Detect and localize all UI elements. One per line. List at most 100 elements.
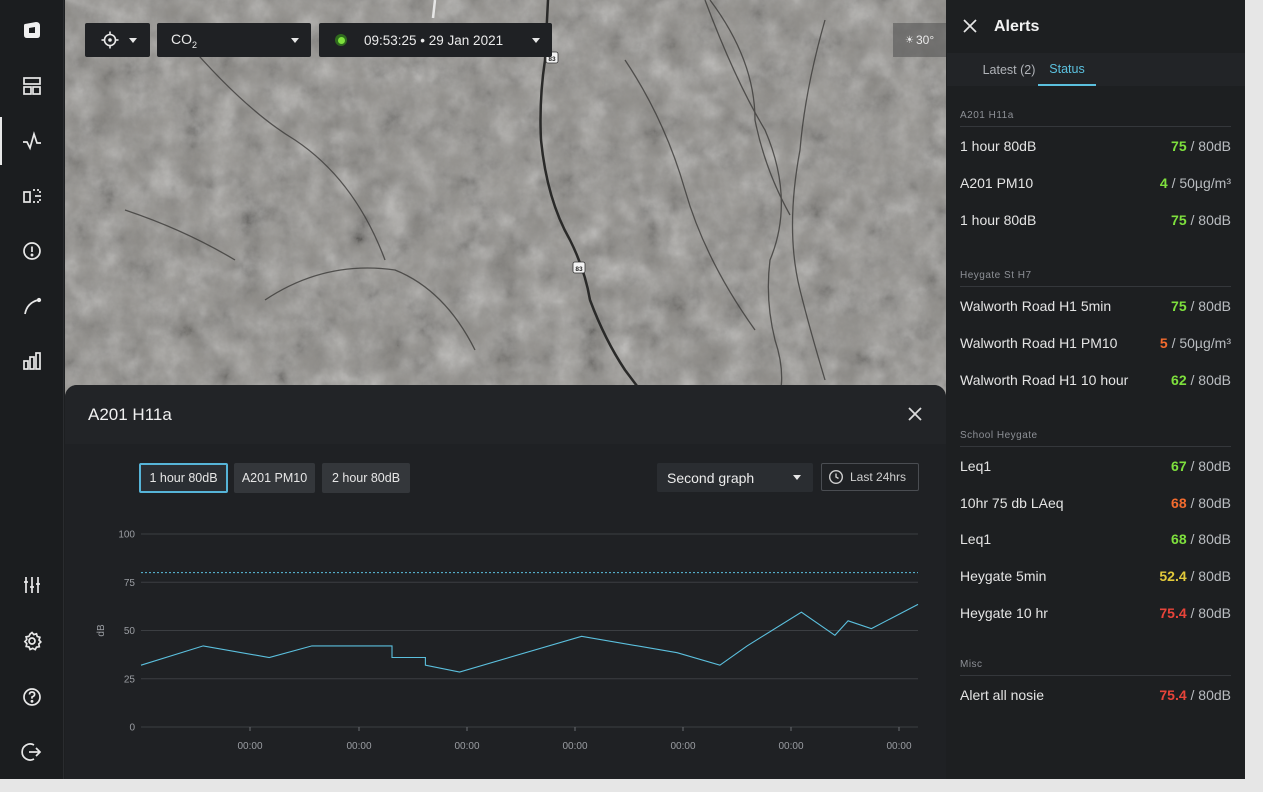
alerts-drawer: Alerts Latest (2) Status A201 H11a 1 hour…: [947, 0, 1245, 779]
alert-label: 10hr 75 db LAeq: [960, 495, 1064, 511]
chevron-down-icon: [291, 37, 299, 43]
devices-icon[interactable]: [0, 168, 64, 224]
alert-label: 1 hour 80dB: [960, 138, 1037, 154]
alert-reading: 62: [1171, 372, 1187, 388]
divider: [960, 286, 1231, 287]
sensor-detail-panel: A201 H11a 1 hour 80dB A201 PM10 2 hour 8…: [65, 385, 946, 779]
alert-label: A201 PM10: [960, 175, 1034, 191]
y-tick-label: 0: [129, 723, 135, 734]
alert-reading: 5: [1159, 335, 1168, 351]
alert-row[interactable]: Walworth Road H1 PM10 5 / 50µg/m³: [960, 333, 1231, 353]
alert-limit: / 80dB: [1186, 495, 1232, 511]
alert-value: 75 / 80dB: [1171, 138, 1231, 154]
series-line: [140, 603, 919, 673]
alert-label: Heygate 10 hr: [960, 605, 1048, 621]
x-tick-label: 00:00: [886, 741, 911, 752]
alert-value: 67 / 80dB: [1171, 458, 1231, 474]
alert-limit: / 50µg/m³: [1167, 175, 1231, 191]
alert-label: Leq1: [960, 458, 992, 474]
alert-reading: 75: [1171, 212, 1187, 228]
alert-reading: 75: [1171, 298, 1187, 314]
x-tick-label: 00:00: [562, 741, 587, 752]
alert-row[interactable]: Heygate 10 hr 75.4 / 80dB: [960, 603, 1231, 623]
help-icon[interactable]: [0, 669, 64, 725]
live-status-icon: [335, 34, 347, 46]
alert-limit: / 80dB: [1186, 372, 1232, 388]
alert-row[interactable]: 10hr 75 db LAeq 68 / 80dB: [960, 493, 1231, 513]
alert-row[interactable]: 1 hour 80dB 75 / 80dB: [960, 210, 1231, 230]
alert-value: 75 / 80dB: [1171, 212, 1231, 228]
alert-row[interactable]: Leq1 67 / 80dB: [960, 456, 1231, 476]
alert-limit: / 80dB: [1186, 138, 1232, 154]
alert-reading: 75.4: [1159, 605, 1187, 621]
alert-label: Walworth Road H1 5min: [960, 298, 1112, 314]
alert-group-title: A201 H11a: [960, 110, 1014, 121]
alert-reading: 4: [1159, 175, 1168, 191]
y-axis-label: dB: [96, 624, 107, 637]
alert-row[interactable]: 1 hour 80dB 75 / 80dB: [960, 136, 1231, 156]
route-icon[interactable]: [0, 278, 64, 334]
road-shield-icon: 83: [572, 261, 586, 274]
alert-label: Walworth Road H1 PM10: [960, 335, 1118, 351]
alert-row[interactable]: Walworth Road H1 5min 75 / 80dB: [960, 296, 1231, 316]
alert-value: 75.4 / 80dB: [1159, 687, 1231, 703]
alert-label: Leq1: [960, 531, 992, 547]
alert-label: Walworth Road H1 10 hour: [960, 372, 1129, 388]
noise-chart: 0 25 50 75 100 dB 00:00 00:00 00:00 00:00 00:00 00:…: [96, 530, 919, 752]
alerts-title: Alerts: [994, 17, 1040, 35]
alerts-tabs: Latest (2) Status: [947, 53, 1245, 86]
alert-row[interactable]: A201 PM10 4 / 50µg/m³: [960, 173, 1231, 193]
app-window: 83 83 CO2 09:53:25 • 29 Jan 2021 ☀ 30° A…: [0, 0, 1245, 779]
alert-limit: / 50µg/m³: [1167, 335, 1231, 351]
x-tick-label: 00:00: [346, 741, 371, 752]
alert-value: 68 / 80dB: [1171, 495, 1231, 511]
y-tick-label: 25: [124, 674, 136, 685]
svg-text:83: 83: [548, 56, 556, 63]
alert-reading: 68: [1171, 495, 1187, 511]
alert-row[interactable]: Walworth Road H1 10 hour 62 / 80dB: [960, 370, 1231, 390]
activity-icon[interactable]: [0, 113, 64, 169]
alert-reading: 67: [1171, 458, 1187, 474]
alert-value: 52.4 / 80dB: [1159, 568, 1231, 584]
alert-reading: 68: [1171, 531, 1187, 547]
alert-limit: / 80dB: [1186, 298, 1232, 314]
alert-limit: / 80dB: [1186, 605, 1232, 621]
datetime-label: 09:53:25 • 29 Jan 2021: [364, 32, 504, 48]
x-tick-label: 00:00: [778, 741, 803, 752]
temperature-badge: ☀ 30°: [893, 23, 946, 57]
alert-value: 4 / 50µg/m³: [1160, 175, 1231, 191]
analytics-icon[interactable]: [0, 333, 64, 389]
alert-row[interactable]: Alert all nosie 75.4 / 80dB: [960, 685, 1231, 705]
chevron-down-icon: [532, 37, 540, 43]
alert-row[interactable]: Heygate 5min 52.4 / 80dB: [960, 566, 1231, 586]
x-tick-label: 00:00: [454, 741, 479, 752]
logout-icon[interactable]: [0, 724, 64, 779]
tab-status[interactable]: Status: [1038, 53, 1096, 86]
alert-reading: 52.4: [1159, 568, 1187, 584]
alert-value: 75.4 / 80dB: [1159, 605, 1231, 621]
alert-value: 62 / 80dB: [1171, 372, 1231, 388]
sun-icon: ☀: [905, 34, 914, 46]
filters-icon[interactable]: [0, 557, 64, 613]
dashboard-icon[interactable]: [0, 58, 64, 114]
alert-group-title: School Heygate: [960, 430, 1038, 441]
chevron-down-icon: [129, 37, 137, 43]
close-icon[interactable]: [963, 19, 977, 33]
logo-icon[interactable]: [0, 2, 64, 58]
alert-value: 5 / 50µg/m³: [1160, 335, 1231, 351]
x-tick-label: 00:00: [670, 741, 695, 752]
temperature-value: 30°: [915, 33, 935, 47]
pollutant-label: CO2: [171, 30, 198, 50]
sidebar-nav: [0, 0, 64, 779]
pollutant-select[interactable]: CO2: [157, 23, 311, 57]
alert-reading: 75: [1171, 138, 1187, 154]
datetime-select[interactable]: 09:53:25 • 29 Jan 2021: [319, 23, 552, 57]
divider: [960, 126, 1231, 127]
crosshair-icon: [101, 31, 119, 49]
alert-reading: 75.4: [1159, 687, 1187, 703]
settings-icon[interactable]: [0, 613, 64, 669]
alert-row[interactable]: Leq1 68 / 80dB: [960, 529, 1231, 549]
alert-icon[interactable]: [0, 223, 64, 279]
locate-dropdown[interactable]: [85, 23, 150, 57]
alert-limit: / 80dB: [1186, 687, 1232, 703]
